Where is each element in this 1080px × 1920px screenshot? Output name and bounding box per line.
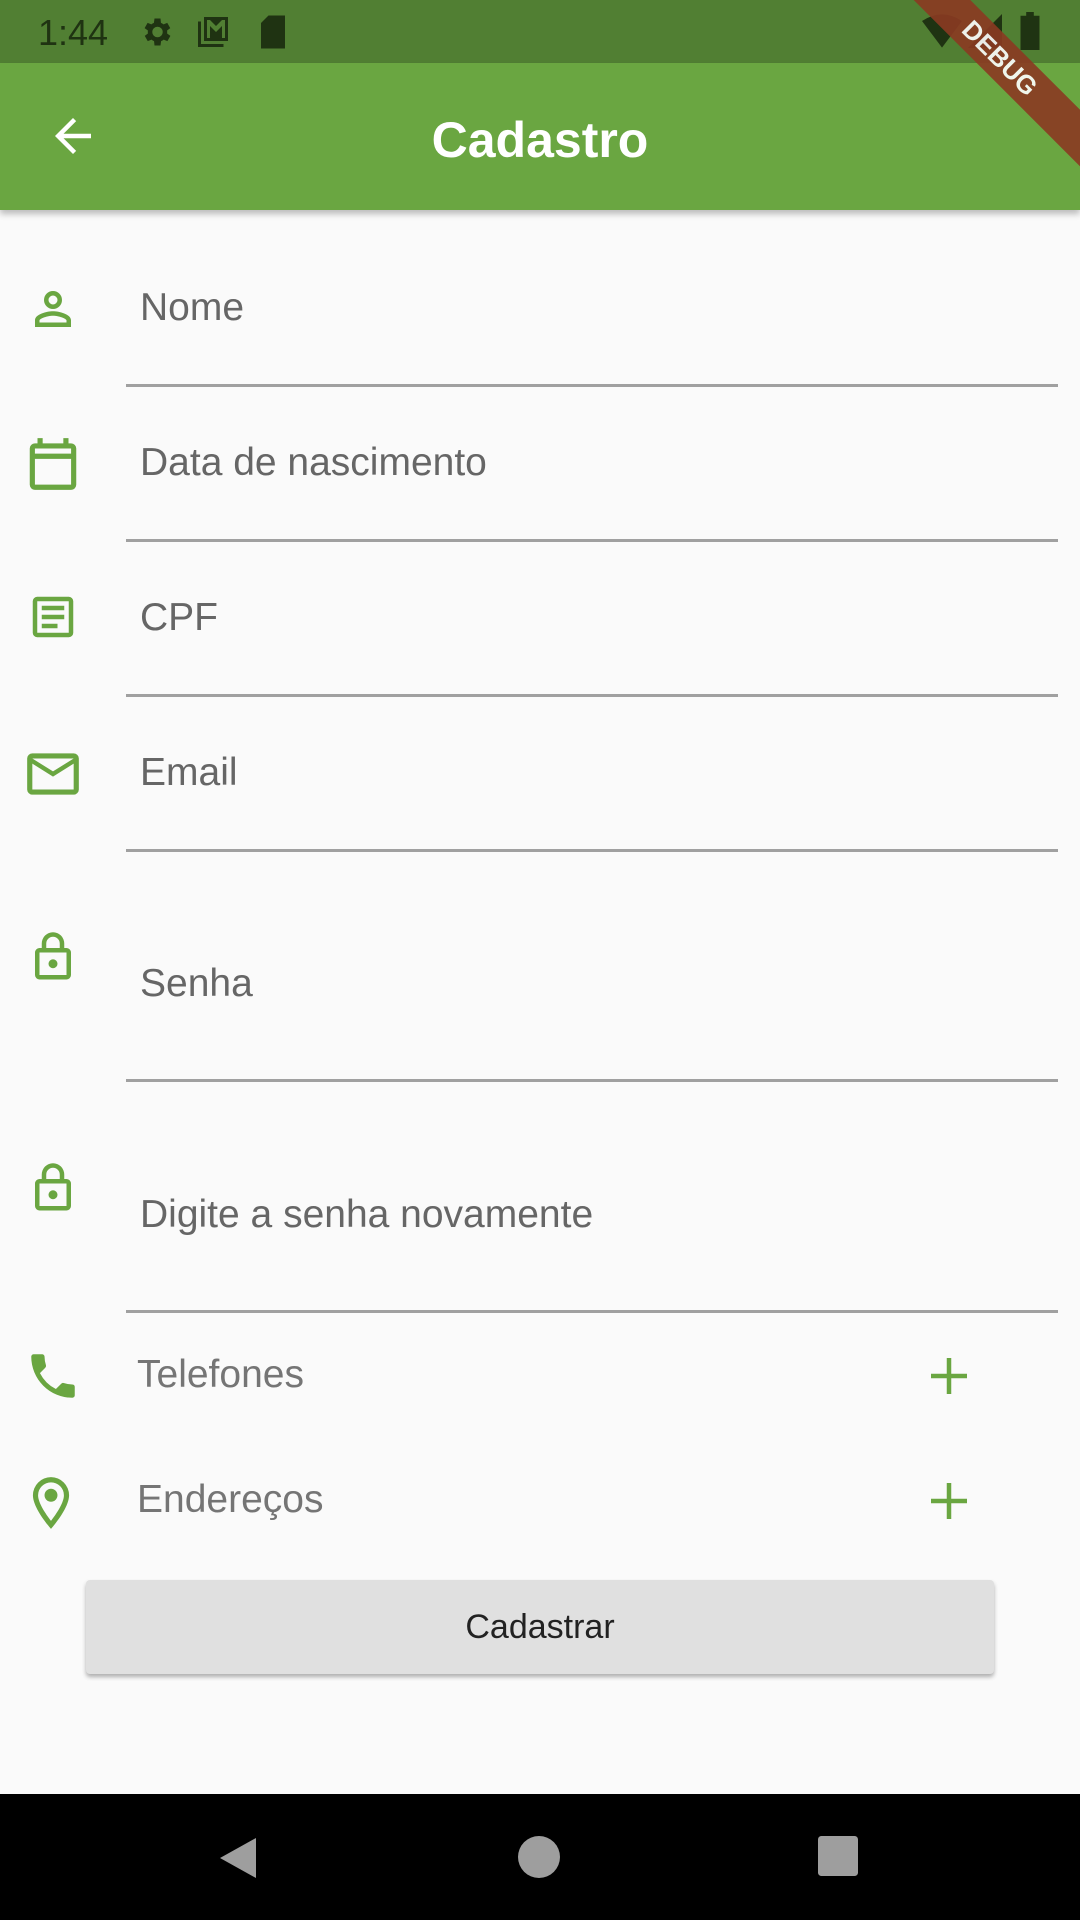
calendar-icon <box>29 438 77 490</box>
name-field[interactable]: Nome <box>0 270 1080 390</box>
confirm-password-field[interactable]: Digite a senha novamente <box>0 1151 1080 1316</box>
home-nav-icon[interactable] <box>518 1836 560 1878</box>
navigation-bar <box>0 1794 1080 1920</box>
lock-icon <box>35 932 71 980</box>
add-phone-button[interactable] <box>922 1349 976 1403</box>
email-field[interactable]: Email <box>0 735 1080 855</box>
birthdate-field[interactable]: Data de nascimento <box>0 425 1080 545</box>
app-bar: Cadastro <box>0 63 1080 210</box>
person-icon <box>35 291 71 327</box>
cpf-hint: CPF <box>140 596 218 639</box>
gear-icon <box>144 18 171 46</box>
addresses-row: Endereços <box>0 1470 1080 1534</box>
recents-nav-icon[interactable] <box>818 1836 858 1876</box>
add-address-button[interactable] <box>922 1474 976 1528</box>
cpf-field[interactable]: CPF <box>0 580 1080 700</box>
phones-label: Telefones <box>137 1353 304 1396</box>
battery-icon <box>1020 12 1040 50</box>
gmail-icon <box>198 17 228 47</box>
mail-icon <box>27 753 79 795</box>
document-icon <box>32 596 74 638</box>
phones-row: Telefones <box>0 1345 1080 1409</box>
field-underline <box>126 384 1058 387</box>
submit-button[interactable]: Cadastrar <box>86 1580 994 1674</box>
phone-icon <box>31 1354 75 1398</box>
field-underline <box>126 539 1058 542</box>
lock-icon <box>35 1163 71 1211</box>
status-time: 1:44 <box>38 12 109 53</box>
back-nav-icon[interactable] <box>216 1834 264 1882</box>
field-underline <box>126 849 1058 852</box>
status-bar: 1:44 <box>0 0 1080 63</box>
confirm-password-hint: Digite a senha novamente <box>140 1193 594 1236</box>
field-underline <box>126 1310 1058 1313</box>
password-field[interactable]: Senha <box>0 920 1080 1085</box>
birthdate-hint: Data de nascimento <box>140 441 487 484</box>
email-hint: Email <box>140 751 238 794</box>
field-underline <box>126 694 1058 697</box>
field-underline <box>126 1079 1058 1082</box>
addresses-label: Endereços <box>137 1478 324 1521</box>
sd-card-icon <box>261 15 285 49</box>
page-title: Cadastro <box>431 112 649 168</box>
location-pin-icon <box>32 1477 70 1529</box>
password-hint: Senha <box>140 962 253 1005</box>
name-hint: Nome <box>140 286 245 329</box>
